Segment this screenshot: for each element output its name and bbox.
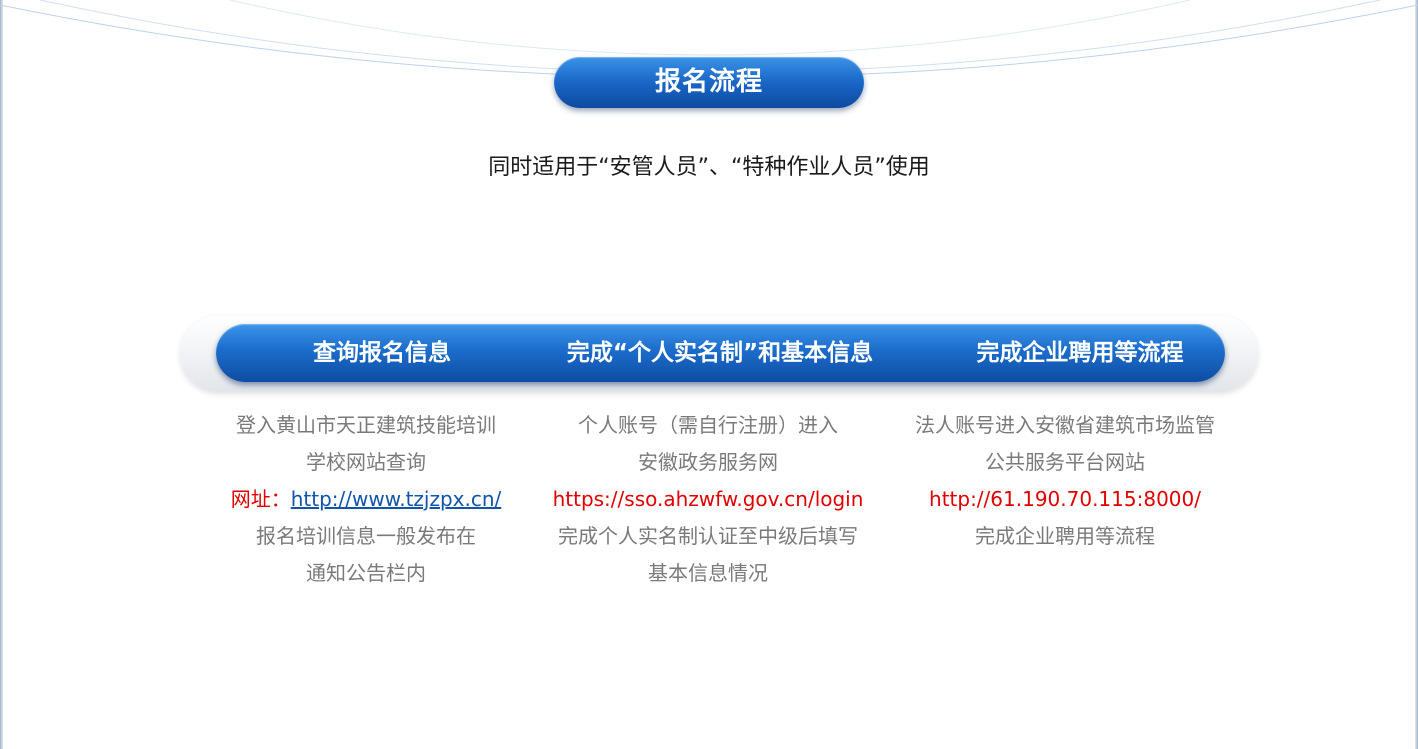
detail-line: 法人账号进入安徽省建筑市场监管: [915, 413, 1215, 437]
detail-line: 报名培训信息一般发布在: [256, 524, 476, 548]
detail-line: 公共服务平台网站: [985, 450, 1145, 474]
page: 报名流程 同时适用于“安管人员”、“特种作业人员”使用 查询报名信息 完成“个人…: [0, 0, 1418, 749]
step-title-enterprise: 完成企业聘用等流程: [976, 340, 1184, 366]
detail-line: 完成个人实名制认证至中级后填写: [558, 524, 858, 548]
url-line: 网址：http://www.tzjzpx.cn/: [216, 481, 516, 518]
detail-line: 安徽政务服务网: [638, 450, 778, 474]
step-title-realname: 完成“个人实名制”和基本信息: [566, 340, 874, 366]
step-details-enterprise: 法人账号进入安徽省建筑市场监管 公共服务平台网站 http://61.190.7…: [895, 407, 1235, 555]
page-title: 报名流程: [554, 57, 864, 108]
detail-line: 个人账号（需自行注册）进入: [578, 413, 838, 437]
step-details-realname: 个人账号（需自行注册）进入 安徽政务服务网 https://sso.ahzwfw…: [538, 407, 878, 592]
market-platform-url[interactable]: http://61.190.70.115:8000/: [895, 481, 1235, 518]
detail-line: 登入黄山市天正建筑技能培训: [236, 413, 496, 437]
detail-line: 基本信息情况: [648, 561, 768, 585]
url-prefix: 网址：: [230, 487, 291, 511]
gov-service-url[interactable]: https://sso.ahzwfw.gov.cn/login: [538, 481, 878, 518]
school-website-link[interactable]: http://www.tzjzpx.cn/: [291, 487, 502, 511]
step-details-query: 登入黄山市天正建筑技能培训 学校网站查询 网址：http://www.tzjzp…: [216, 407, 516, 592]
detail-line: 完成企业聘用等流程: [975, 524, 1155, 548]
detail-line: 学校网站查询: [306, 450, 426, 474]
detail-line: 通知公告栏内: [306, 561, 426, 585]
page-subtitle: 同时适用于“安管人员”、“特种作业人员”使用: [488, 155, 930, 180]
step-title-query: 查询报名信息: [313, 340, 451, 366]
